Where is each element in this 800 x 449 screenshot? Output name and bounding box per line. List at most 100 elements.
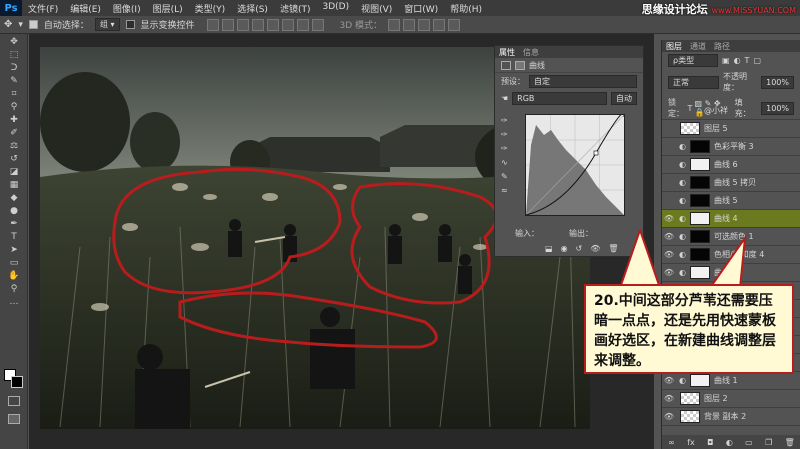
menu-item-6[interactable]: 滤镜(T)	[274, 2, 317, 15]
link-icon[interactable]: ∞	[668, 438, 675, 447]
eyedropper-tool[interactable]: ⚲	[5, 101, 23, 112]
align-top-icon[interactable]	[206, 18, 219, 31]
visibility-icon[interactable]: 👁	[590, 244, 600, 253]
crop-tool[interactable]: ⌗	[5, 88, 23, 99]
visibility-eye-icon[interactable]: 👁	[662, 376, 676, 385]
marquee-tool[interactable]: ⬚	[5, 49, 23, 60]
layer-row[interactable]: T @小祥	[662, 102, 800, 120]
sample-white-icon[interactable]: ✑	[501, 144, 508, 153]
filter-pixel-icon[interactable]: ▣	[722, 56, 730, 65]
background-color-swatch[interactable]	[11, 376, 23, 388]
align-right-icon[interactable]	[281, 18, 294, 31]
3d-drag-icon[interactable]	[418, 18, 431, 31]
opacity-field[interactable]: 100%	[761, 75, 794, 89]
tab-paths[interactable]: 路径	[714, 41, 730, 52]
folder-icon[interactable]: ▭	[745, 438, 753, 447]
menu-item-10[interactable]: 帮助(H)	[444, 2, 488, 15]
menu-item-5[interactable]: 选择(S)	[231, 2, 274, 15]
quick-mask-icon[interactable]	[8, 396, 20, 406]
zoom-tool[interactable]: ⚲	[5, 283, 23, 294]
align-bottom-icon[interactable]	[236, 18, 249, 31]
clip-layer-icon[interactable]: ⬓	[545, 244, 553, 253]
layer-row[interactable]: 👁 图层 2	[662, 390, 800, 408]
layer-row[interactable]: 👁 ◐ 曲线 4	[662, 210, 800, 228]
visibility-eye-icon[interactable]: 👁	[662, 214, 676, 223]
layer-row[interactable]: ◐ 曲线 5	[662, 192, 800, 210]
smooth-icon[interactable]: ≈	[501, 186, 508, 195]
layer-row[interactable]: ◐ 曲线 6	[662, 156, 800, 174]
healing-tool[interactable]: ✚	[5, 114, 23, 125]
tab-layers[interactable]: 图层	[666, 41, 682, 52]
visibility-eye-icon[interactable]: 👁	[662, 394, 676, 403]
menu-item-3[interactable]: 图层(L)	[147, 2, 189, 15]
tool-preset-dropdown[interactable]: ▾	[18, 20, 23, 30]
align-center-icon[interactable]	[266, 18, 279, 31]
blend-mode-dropdown[interactable]: 正常	[668, 75, 719, 89]
visibility-eye-icon[interactable]: 👁	[662, 412, 676, 421]
layer-row[interactable]: 图层 5	[662, 120, 800, 138]
align-left-icon[interactable]	[251, 18, 264, 31]
distribute-icon[interactable]	[296, 18, 309, 31]
trash-icon[interactable]: 🗑	[785, 438, 795, 447]
channel-dropdown[interactable]: RGB	[512, 92, 607, 105]
move-tool[interactable]: ✥	[5, 36, 23, 47]
mask-icon[interactable]: ◘	[707, 438, 713, 447]
view-previous-icon[interactable]: ◉	[561, 244, 568, 253]
filter-type-icon[interactable]: T	[745, 56, 750, 65]
auto-button[interactable]: 自动	[611, 92, 637, 105]
menu-item-9[interactable]: 窗口(W)	[398, 2, 444, 15]
menu-item-4[interactable]: 类型(Y)	[189, 2, 232, 15]
menu-item-0[interactable]: 文件(F)	[22, 2, 64, 15]
reset-icon[interactable]: ↺	[576, 244, 583, 253]
fx-icon[interactable]: fx	[687, 438, 695, 447]
sample-gray-icon[interactable]: ✑	[501, 130, 508, 139]
3d-scale-icon[interactable]	[448, 18, 461, 31]
move-tool-icon[interactable]: ✥	[4, 19, 12, 30]
tab-info[interactable]: 信息	[523, 47, 539, 58]
tab-properties[interactable]: 属性	[499, 47, 515, 58]
auto-select-dropdown[interactable]: 组 ▾	[94, 18, 120, 31]
quick-select-tool[interactable]: ✎	[5, 75, 23, 86]
preset-dropdown[interactable]: 自定	[529, 75, 637, 88]
3d-roll-icon[interactable]	[403, 18, 416, 31]
stamp-tool[interactable]: ⚖	[5, 140, 23, 151]
curve-edit-icon[interactable]: ∿	[501, 158, 508, 167]
menu-item-1[interactable]: 编辑(E)	[64, 2, 107, 15]
curves-graph[interactable]	[525, 112, 625, 216]
filter-adjust-icon[interactable]: ◐	[734, 56, 741, 65]
menu-item-8[interactable]: 视图(V)	[355, 2, 398, 15]
hand-tool[interactable]: ✋	[5, 270, 23, 281]
mask-icon[interactable]	[515, 60, 525, 70]
dodge-tool[interactable]: ●	[5, 205, 23, 216]
menu-item-7[interactable]: 3D(D)	[316, 2, 355, 15]
layer-row[interactable]: 👁 ◐ 曲线 1	[662, 372, 800, 390]
align-middle-icon[interactable]	[221, 18, 234, 31]
menu-item-2[interactable]: 图像(I)	[107, 2, 147, 15]
type-tool[interactable]: T	[5, 231, 23, 242]
layer-row[interactable]: ◐ 曲线 5 拷贝	[662, 174, 800, 192]
tab-channels[interactable]: 通道	[690, 41, 706, 52]
auto-align-icon[interactable]	[311, 18, 324, 31]
curve-point[interactable]	[593, 150, 599, 156]
pen-tool[interactable]: ✒	[5, 218, 23, 229]
brush-tool[interactable]: ✐	[5, 127, 23, 138]
lasso-tool[interactable]: ᑐ	[5, 62, 23, 73]
sample-black-icon[interactable]: ✑	[501, 116, 508, 125]
3d-rotate-icon[interactable]	[388, 18, 401, 31]
filter-shape-icon[interactable]: ▢	[753, 56, 761, 65]
show-transform-checkbox[interactable]	[125, 20, 135, 29]
layer-kind-dropdown[interactable]: ρ类型	[668, 54, 718, 67]
new-layer-icon[interactable]: ❐	[765, 438, 772, 447]
more-tools-icon[interactable]: …	[5, 296, 23, 307]
layer-row[interactable]: ◐ 色彩平衡 3	[662, 138, 800, 156]
path-select-tool[interactable]: ➤	[5, 244, 23, 255]
adjustment-icon[interactable]: ◐	[726, 438, 733, 447]
blur-tool[interactable]: ◆	[5, 192, 23, 203]
auto-select-checkbox[interactable]	[28, 20, 38, 29]
3d-slide-icon[interactable]	[433, 18, 446, 31]
screen-mode-icon[interactable]	[8, 414, 20, 424]
gradient-tool[interactable]: ▦	[5, 179, 23, 190]
shape-tool[interactable]: ▭	[5, 257, 23, 268]
pencil-draw-icon[interactable]: ✎	[501, 172, 508, 181]
eraser-tool[interactable]: ◪	[5, 166, 23, 177]
